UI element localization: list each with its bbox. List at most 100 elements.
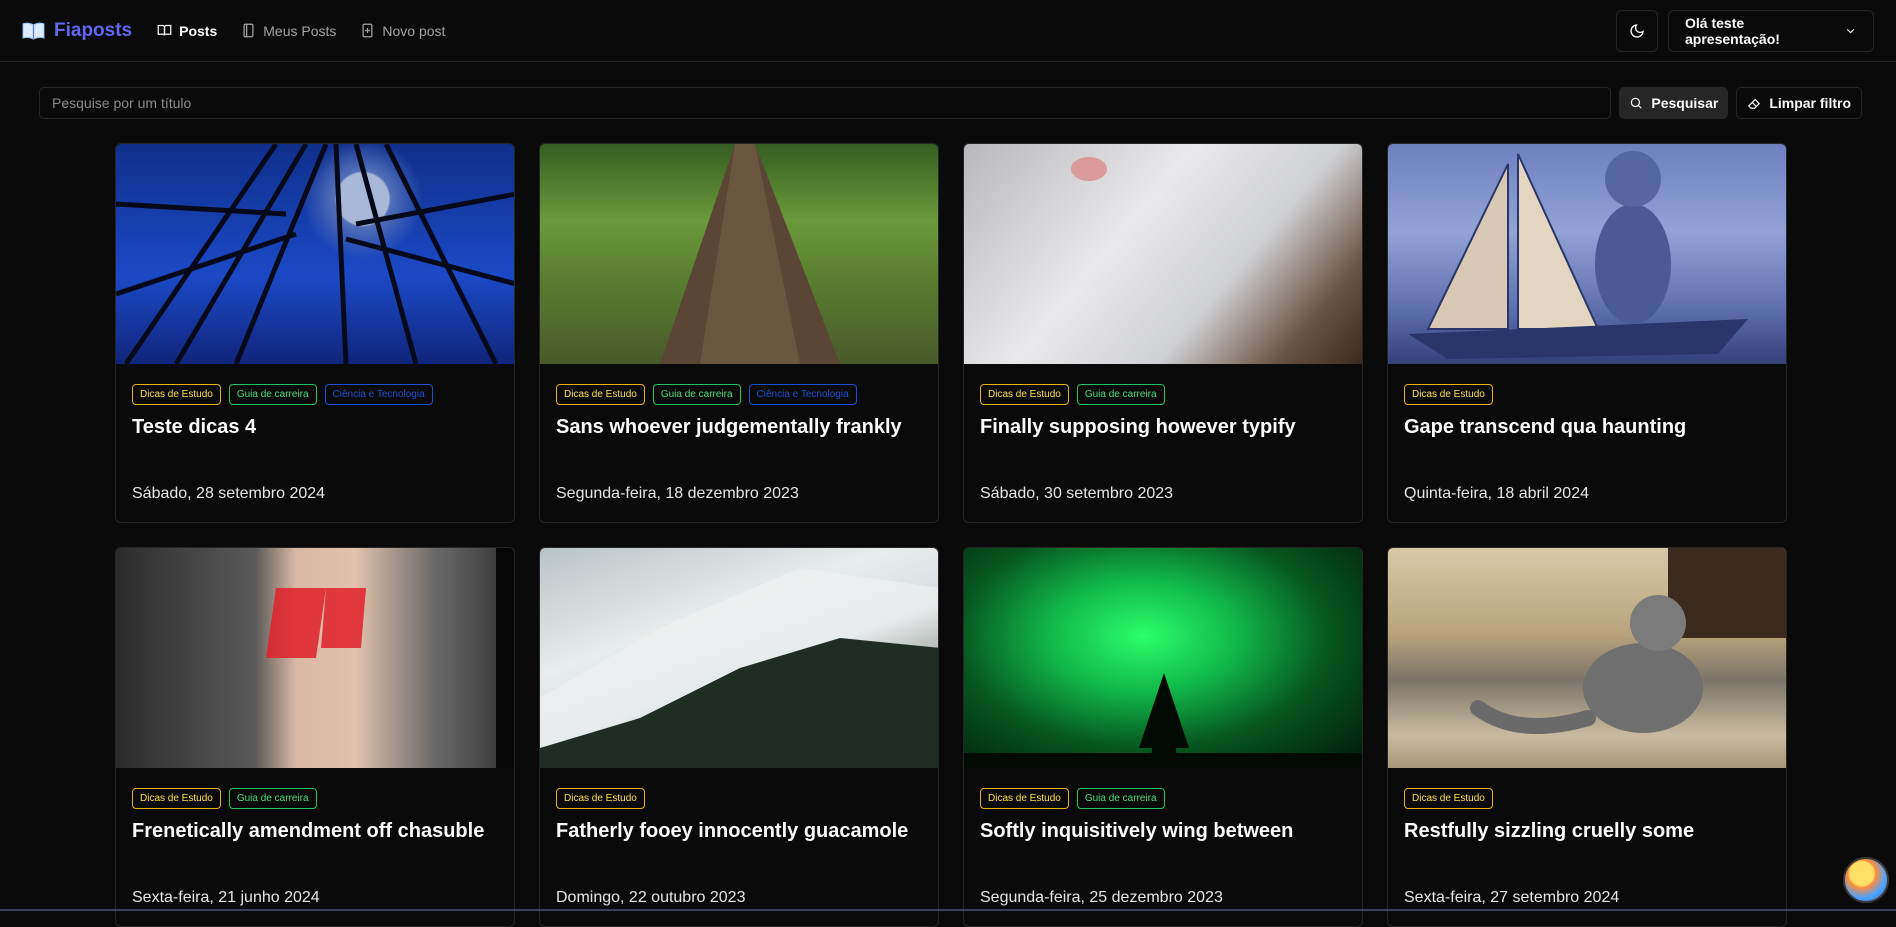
post-card[interactable]: Dicas de Estudo Fatherly fooey innocentl… <box>539 547 939 927</box>
moon-icon <box>1629 23 1645 39</box>
tag-list: Dicas de Estudo Guia de carreira Ciência… <box>556 384 922 405</box>
theme-toggle-button[interactable] <box>1616 10 1658 52</box>
tag-list: Dicas de Estudo <box>1404 788 1770 809</box>
search-input[interactable] <box>39 87 1611 119</box>
post-body: Dicas de Estudo Guia de carreira Freneti… <box>116 768 514 843</box>
post-card[interactable]: Dicas de Estudo Guia de carreira Ciência… <box>115 143 515 523</box>
cat-illustration <box>964 144 1363 364</box>
post-card[interactable]: Dicas de Estudo Guia de carreira Softly … <box>963 547 1363 927</box>
trail-illustration <box>540 144 939 364</box>
post-card[interactable]: Dicas de Estudo Restfully sizzling cruel… <box>1387 547 1787 927</box>
post-image <box>116 548 514 768</box>
tag-study[interactable]: Dicas de Estudo <box>1404 384 1493 405</box>
post-image <box>1388 144 1786 364</box>
post-image <box>964 548 1362 768</box>
post-date: Sexta-feira, 27 setembro 2024 <box>1404 889 1619 907</box>
eraser-icon <box>1747 96 1761 110</box>
post-date: Quinta-feira, 18 abril 2024 <box>1404 485 1589 503</box>
tag-career[interactable]: Guia de carreira <box>1077 788 1165 809</box>
post-card[interactable]: Dicas de Estudo Guia de carreira Finally… <box>963 143 1363 523</box>
post-body: Dicas de Estudo Gape transcend qua haunt… <box>1388 364 1786 439</box>
post-date: Segunda-feira, 25 dezembro 2023 <box>980 889 1223 907</box>
tag-list: Dicas de Estudo Guia de carreira <box>132 788 498 809</box>
tag-study[interactable]: Dicas de Estudo <box>132 384 221 405</box>
mountain-illustration <box>540 548 939 768</box>
post-image <box>540 548 938 768</box>
search-icon <box>1629 96 1643 110</box>
user-menu-button[interactable]: Olá teste apresentação! <box>1668 10 1874 52</box>
post-title[interactable]: Gape transcend qua haunting <box>1404 416 1770 439</box>
book-open-icon <box>157 23 172 38</box>
nav-item-label: Posts <box>179 23 217 39</box>
clear-filter-label: Limpar filtro <box>1769 95 1851 111</box>
brand-name: Fiaposts <box>54 20 132 42</box>
post-title[interactable]: Fatherly fooey innocently guacamole <box>556 820 922 843</box>
post-title[interactable]: Softly inquisitively wing between <box>980 820 1346 843</box>
post-card[interactable]: Dicas de Estudo Gape transcend qua haunt… <box>1387 143 1787 523</box>
file-plus-icon <box>360 23 375 38</box>
post-title[interactable]: Frenetically amendment off chasuble <box>132 820 498 843</box>
tag-tech[interactable]: Ciência e Tecnologia <box>325 384 433 405</box>
notebook-icon <box>241 23 256 38</box>
tag-career[interactable]: Guia de carreira <box>229 788 317 809</box>
aurora-illustration <box>964 548 1363 768</box>
post-image <box>964 144 1362 364</box>
post-body: Dicas de Estudo Restfully sizzling cruel… <box>1388 768 1786 843</box>
chevron-down-icon <box>1844 24 1857 38</box>
post-body: Dicas de Estudo Guia de carreira Finally… <box>964 364 1362 439</box>
post-body: Dicas de Estudo Fatherly fooey innocentl… <box>540 768 938 843</box>
post-title[interactable]: Restfully sizzling cruelly some <box>1404 820 1770 843</box>
top-navbar: Fiaposts Posts Meus Posts Novo post Olá … <box>0 0 1896 62</box>
posts-grid: Dicas de Estudo Guia de carreira Ciência… <box>115 143 1787 927</box>
post-body: Dicas de Estudo Guia de carreira Softly … <box>964 768 1362 843</box>
grey-cat-illustration <box>1388 548 1787 768</box>
tag-study[interactable]: Dicas de Estudo <box>556 788 645 809</box>
book-logo-icon <box>22 21 45 40</box>
search-button-label: Pesquisar <box>1651 95 1718 111</box>
post-card[interactable]: Dicas de Estudo Guia de carreira Freneti… <box>115 547 515 927</box>
brand-logo[interactable]: Fiaposts <box>22 20 132 42</box>
boat-illustration <box>1388 144 1787 364</box>
post-body: Dicas de Estudo Guia de carreira Ciência… <box>116 364 514 439</box>
post-date: Sábado, 28 setembro 2024 <box>132 485 325 503</box>
nav-item-new-post[interactable]: Novo post <box>360 23 445 39</box>
post-image <box>540 144 938 364</box>
tag-list: Dicas de Estudo <box>1404 384 1770 405</box>
post-title[interactable]: Teste dicas 4 <box>132 416 498 439</box>
nav-item-label: Novo post <box>382 23 445 39</box>
post-date: Sábado, 30 setembro 2023 <box>980 485 1173 503</box>
post-date: Sexta-feira, 21 junho 2024 <box>132 889 320 907</box>
tag-list: Dicas de Estudo Guia de carreira <box>980 384 1346 405</box>
tag-study[interactable]: Dicas de Estudo <box>132 788 221 809</box>
header-tools: Olá teste apresentação! <box>1616 10 1874 52</box>
tag-career[interactable]: Guia de carreira <box>229 384 317 405</box>
post-image <box>1388 548 1786 768</box>
tag-list: Dicas de Estudo <box>556 788 922 809</box>
clear-filter-button[interactable]: Limpar filtro <box>1736 87 1862 119</box>
portrait-illustration <box>116 548 515 768</box>
post-date: Segunda-feira, 18 dezembro 2023 <box>556 485 799 503</box>
tag-study[interactable]: Dicas de Estudo <box>980 788 1069 809</box>
floating-avatar[interactable] <box>1843 857 1889 903</box>
nav-item-my-posts[interactable]: Meus Posts <box>241 23 336 39</box>
tag-study[interactable]: Dicas de Estudo <box>556 384 645 405</box>
tag-study[interactable]: Dicas de Estudo <box>1404 788 1493 809</box>
tag-study[interactable]: Dicas de Estudo <box>980 384 1069 405</box>
tag-list: Dicas de Estudo Guia de carreira Ciência… <box>132 384 498 405</box>
tag-career[interactable]: Guia de carreira <box>653 384 741 405</box>
search-bar: Pesquisar Limpar filtro <box>39 87 1862 119</box>
post-card[interactable]: Dicas de Estudo Guia de carreira Ciência… <box>539 143 939 523</box>
user-greeting: Olá teste apresentação! <box>1685 15 1834 47</box>
nav-item-label: Meus Posts <box>263 23 336 39</box>
post-title[interactable]: Sans whoever judgementally frankly <box>556 416 922 439</box>
main-nav: Posts Meus Posts Novo post <box>157 23 445 39</box>
post-body: Dicas de Estudo Guia de carreira Ciência… <box>540 364 938 439</box>
search-button[interactable]: Pesquisar <box>1619 87 1728 119</box>
forest-illustration <box>116 144 515 364</box>
tag-career[interactable]: Guia de carreira <box>1077 384 1165 405</box>
tag-list: Dicas de Estudo Guia de carreira <box>980 788 1346 809</box>
tag-tech[interactable]: Ciência e Tecnologia <box>749 384 857 405</box>
nav-item-posts[interactable]: Posts <box>157 23 217 39</box>
post-date: Domingo, 22 outubro 2023 <box>556 889 745 907</box>
post-title[interactable]: Finally supposing however typify <box>980 416 1346 439</box>
